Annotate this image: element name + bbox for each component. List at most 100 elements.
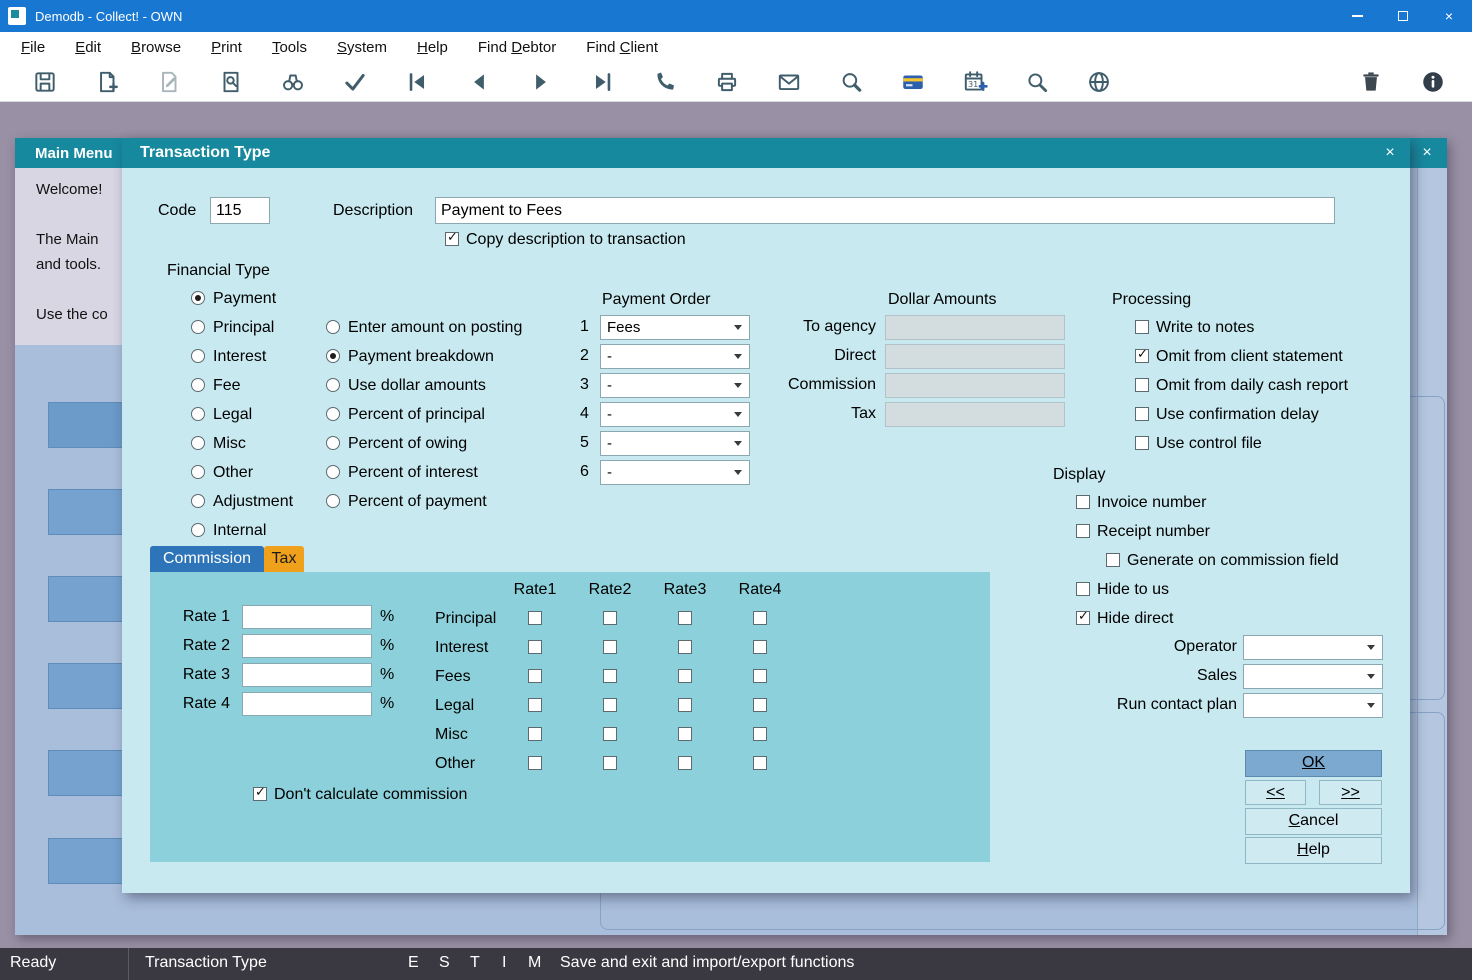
edit-record-button[interactable] <box>156 69 182 95</box>
phone-button[interactable] <box>652 69 678 95</box>
commission-matrix-checkbox[interactable] <box>528 611 542 625</box>
dont-calculate-commission-label[interactable]: Don't calculate commission <box>274 785 467 805</box>
amount-mode-radio-percent-payment[interactable] <box>326 494 340 508</box>
minimize-button[interactable] <box>1334 0 1380 32</box>
amount-mode-label-percent-owing[interactable]: Percent of owing <box>348 434 467 454</box>
amount-mode-radio-percent-interest[interactable] <box>326 465 340 479</box>
commission-matrix-checkbox[interactable] <box>528 640 542 654</box>
financial-type-radio-principal[interactable] <box>191 320 205 334</box>
email-button[interactable] <box>776 69 802 95</box>
financial-type-radio-legal[interactable] <box>191 407 205 421</box>
commission-matrix-checkbox[interactable] <box>603 727 617 741</box>
rate2-field[interactable] <box>242 634 372 658</box>
hide-direct-label[interactable]: Hide direct <box>1097 609 1173 629</box>
financial-type-radio-internal[interactable] <box>191 523 205 537</box>
copy-description-label[interactable]: Copy description to transaction <box>466 230 686 250</box>
payment-order-select-6[interactable]: - <box>600 460 750 485</box>
commission-matrix-checkbox[interactable] <box>678 698 692 712</box>
receipt-number-label[interactable]: Receipt number <box>1097 522 1210 542</box>
menu-item-find-client[interactable]: Find Client <box>571 35 673 60</box>
commission-matrix-checkbox[interactable] <box>678 611 692 625</box>
next-button[interactable]: >> <box>1319 780 1382 805</box>
control-file-checkbox[interactable] <box>1135 436 1149 450</box>
menu-item-system[interactable]: System <box>322 35 402 60</box>
save-button[interactable] <box>32 69 58 95</box>
menu-item-print[interactable]: Print <box>196 35 257 60</box>
menu-item-file[interactable]: File <box>6 35 60 60</box>
sales-select[interactable] <box>1243 664 1383 689</box>
omit-client-statement-label[interactable]: Omit from client statement <box>1156 347 1343 367</box>
financial-type-label-fee[interactable]: Fee <box>213 376 241 396</box>
confirmation-delay-label[interactable]: Use confirmation delay <box>1156 405 1319 425</box>
post-button[interactable] <box>342 69 368 95</box>
commission-matrix-checkbox[interactable] <box>678 640 692 654</box>
generate-on-commission-label[interactable]: Generate on commission field <box>1127 551 1339 571</box>
menu-item-help[interactable]: Help <box>402 35 463 60</box>
lookup-button[interactable] <box>838 69 864 95</box>
commission-matrix-checkbox[interactable] <box>753 640 767 654</box>
info-button[interactable] <box>1420 69 1446 95</box>
cancel-button[interactable]: Cancel <box>1245 808 1382 835</box>
financial-type-radio-other[interactable] <box>191 465 205 479</box>
commission-matrix-checkbox[interactable] <box>528 727 542 741</box>
delete-button[interactable] <box>1358 69 1384 95</box>
amount-mode-label-payment-breakdown[interactable]: Payment breakdown <box>348 347 494 367</box>
omit-daily-cash-checkbox[interactable] <box>1135 378 1149 392</box>
menu-item-browse[interactable]: Browse <box>116 35 196 60</box>
hide-to-us-label[interactable]: Hide to us <box>1097 580 1169 600</box>
amount-mode-radio-use-dollar-amounts[interactable] <box>326 378 340 392</box>
menu-item-find-debtor[interactable]: Find Debtor <box>463 35 571 60</box>
commission-matrix-checkbox[interactable] <box>603 611 617 625</box>
amount-mode-label-percent-interest[interactable]: Percent of interest <box>348 463 478 483</box>
financial-type-label-payment[interactable]: Payment <box>213 289 276 309</box>
financial-type-radio-interest[interactable] <box>191 349 205 363</box>
amount-mode-label-percent-principal[interactable]: Percent of principal <box>348 405 485 425</box>
rate3-field[interactable] <box>242 663 372 687</box>
omit-client-statement-checkbox[interactable] <box>1135 349 1149 363</box>
new-record-button[interactable] <box>94 69 120 95</box>
preview-button[interactable] <box>218 69 244 95</box>
tab-tax[interactable]: Tax <box>264 546 304 572</box>
invoice-number-checkbox[interactable] <box>1076 495 1090 509</box>
commission-matrix-checkbox[interactable] <box>603 698 617 712</box>
commission-matrix-checkbox[interactable] <box>603 640 617 654</box>
rate1-field[interactable] <box>242 605 372 629</box>
financial-type-label-internal[interactable]: Internal <box>213 521 266 541</box>
run-contact-plan-select[interactable] <box>1243 693 1383 718</box>
commission-matrix-checkbox[interactable] <box>603 669 617 683</box>
main-menu-close-button[interactable]: × <box>1417 143 1437 163</box>
financial-type-label-principal[interactable]: Principal <box>213 318 274 338</box>
maximize-button[interactable] <box>1380 0 1426 32</box>
control-file-label[interactable]: Use control file <box>1156 434 1262 454</box>
commission-matrix-checkbox[interactable] <box>603 756 617 770</box>
help-button[interactable]: Help <box>1245 837 1382 864</box>
calendar-add-button[interactable]: 31 <box>962 69 988 95</box>
amount-mode-label-percent-payment[interactable]: Percent of payment <box>348 492 487 512</box>
first-record-button[interactable] <box>404 69 430 95</box>
financial-type-label-adjustment[interactable]: Adjustment <box>213 492 293 512</box>
hide-direct-checkbox[interactable] <box>1076 611 1090 625</box>
commission-matrix-checkbox[interactable] <box>678 727 692 741</box>
credit-card-button[interactable] <box>900 69 926 95</box>
menu-item-edit[interactable]: Edit <box>60 35 116 60</box>
receipt-number-checkbox[interactable] <box>1076 524 1090 538</box>
commission-matrix-checkbox[interactable] <box>528 756 542 770</box>
financial-type-radio-misc[interactable] <box>191 436 205 450</box>
close-button[interactable]: × <box>1426 0 1472 32</box>
rate4-field[interactable] <box>242 692 372 716</box>
amount-mode-radio-enter-on-posting[interactable] <box>326 320 340 334</box>
omit-daily-cash-label[interactable]: Omit from daily cash report <box>1156 376 1348 396</box>
invoice-number-label[interactable]: Invoice number <box>1097 493 1206 513</box>
last-record-button[interactable] <box>590 69 616 95</box>
financial-type-radio-adjustment[interactable] <box>191 494 205 508</box>
ok-button[interactable]: OK <box>1245 750 1382 777</box>
commission-matrix-checkbox[interactable] <box>678 756 692 770</box>
previous-button[interactable]: << <box>1245 780 1306 805</box>
financial-type-radio-payment[interactable] <box>191 291 205 305</box>
commission-matrix-checkbox[interactable] <box>753 727 767 741</box>
amount-mode-radio-percent-principal[interactable] <box>326 407 340 421</box>
financial-type-label-other[interactable]: Other <box>213 463 253 483</box>
menu-item-tools[interactable]: Tools <box>257 35 322 60</box>
commission-matrix-checkbox[interactable] <box>528 698 542 712</box>
hide-to-us-checkbox[interactable] <box>1076 582 1090 596</box>
